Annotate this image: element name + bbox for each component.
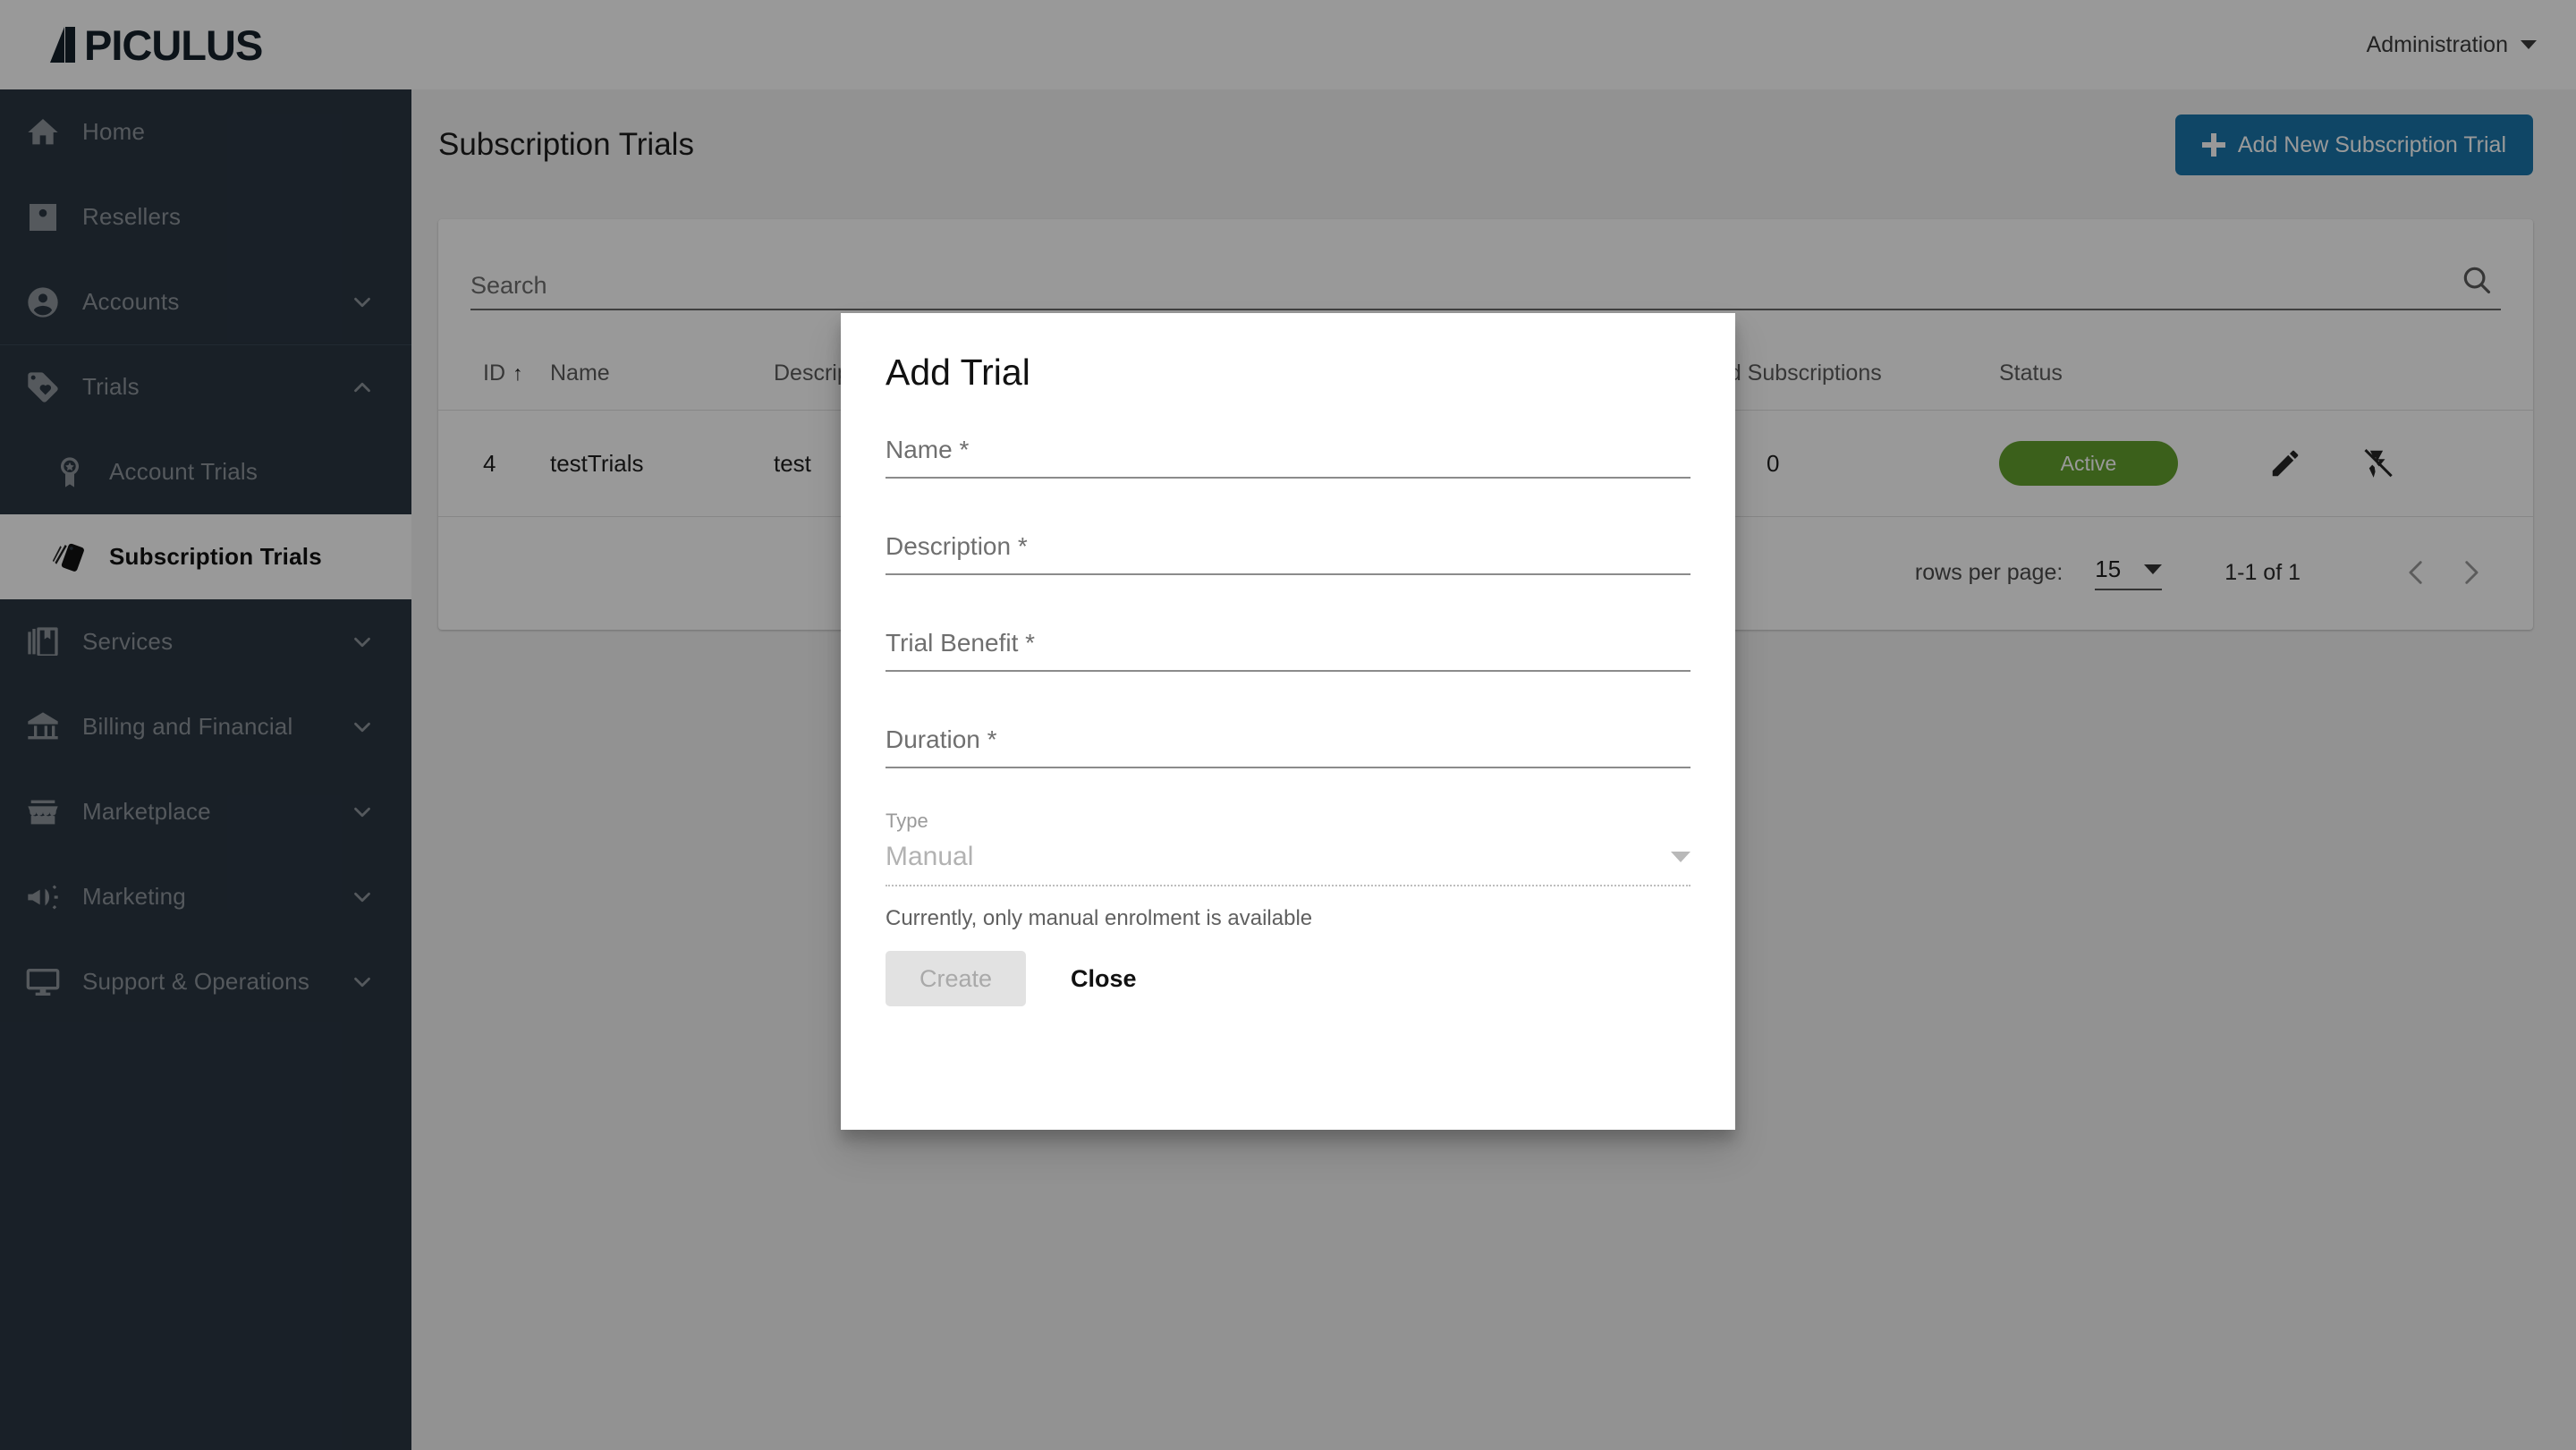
add-trial-dialog: Add Trial Name * Description * Trial Ben…: [841, 313, 1735, 1130]
field-spacer: [886, 479, 1690, 532]
field-spacer: [886, 672, 1690, 725]
type-select-control: Manual: [886, 842, 1690, 886]
page-root: PICULUS Administration HomeResellersAcco…: [0, 0, 2576, 1450]
caret-down-icon: [1671, 852, 1690, 862]
duration-field[interactable]: Duration *: [886, 725, 1690, 768]
name-field-label: Name *: [886, 436, 1690, 477]
dialog-title: Add Trial: [886, 351, 1690, 394]
close-button[interactable]: Close: [1051, 951, 1157, 1006]
type-helper-text: Currently, only manual enrolment is avai…: [886, 906, 1690, 931]
type-select: Type Manual: [886, 810, 1690, 886]
description-field-label: Description *: [886, 532, 1690, 573]
type-select-value: Manual: [886, 842, 973, 872]
type-select-caption: Type: [886, 810, 1690, 833]
trial-benefit-field-label: Trial Benefit *: [886, 629, 1690, 670]
trial-benefit-field[interactable]: Trial Benefit *: [886, 629, 1690, 672]
field-spacer: [886, 768, 1690, 808]
name-field[interactable]: Name *: [886, 436, 1690, 479]
field-spacer: [886, 575, 1690, 629]
dialog-actions: Create Close: [886, 951, 1690, 1006]
duration-field-label: Duration *: [886, 725, 1690, 767]
create-button: Create: [886, 951, 1026, 1006]
description-field[interactable]: Description *: [886, 532, 1690, 575]
